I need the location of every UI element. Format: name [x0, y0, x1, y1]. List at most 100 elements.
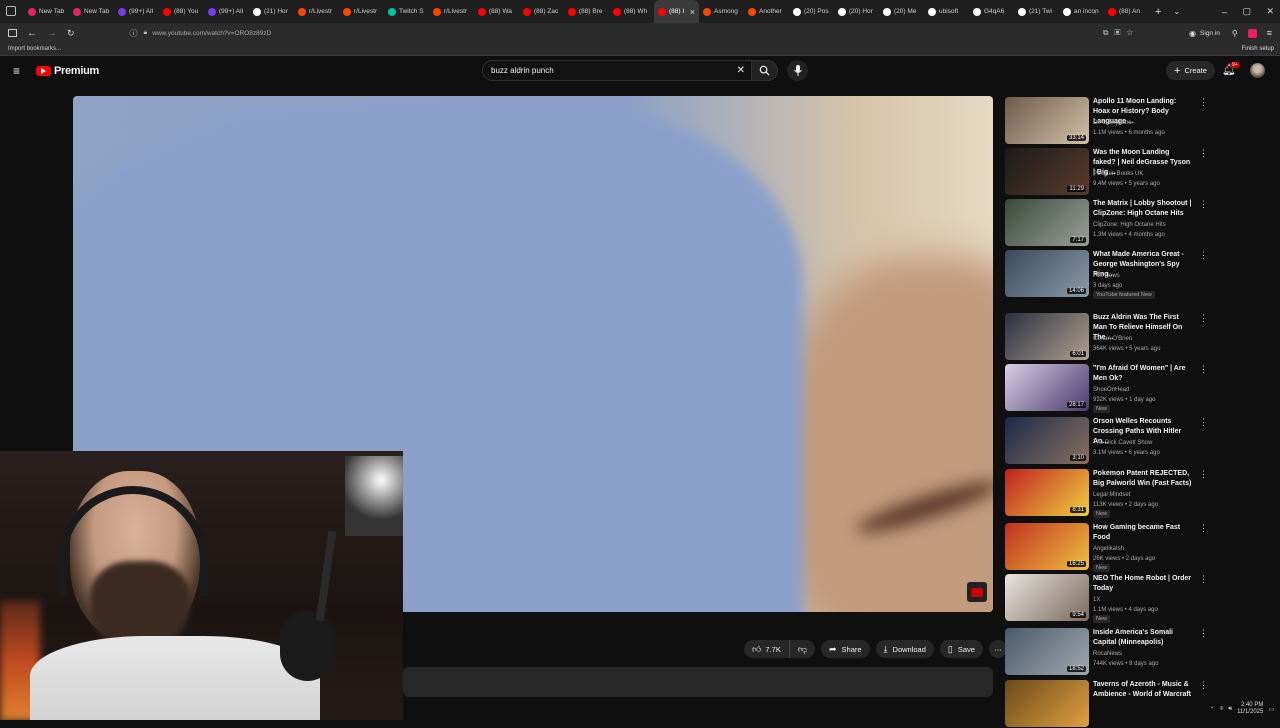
- browser-tab[interactable]: Twitch S: [384, 0, 429, 23]
- recommended-video[interactable]: 16:25 How Gaming became Fast Food Angelika…: [1005, 523, 1208, 572]
- video-thumbnail[interactable]: 14:06: [1005, 250, 1089, 297]
- voice-search-button[interactable]: [787, 60, 808, 81]
- like-button[interactable]: 👍︎ 7.7K: [744, 640, 790, 658]
- create-button[interactable]: + Create: [1166, 61, 1215, 80]
- more-vertical-icon[interactable]: ⋮: [1199, 250, 1208, 261]
- profile-icon[interactable]: ◉: [1189, 29, 1196, 38]
- browser-tab[interactable]: (21) Twi: [1014, 0, 1059, 23]
- avatar[interactable]: [1250, 63, 1265, 78]
- browser-tab[interactable]: (88) Wa: [474, 0, 519, 23]
- browser-tab[interactable]: (88) I ×: [654, 0, 699, 23]
- more-vertical-icon[interactable]: ⋮: [1199, 417, 1208, 428]
- network-icon[interactable]: ⌾: [1220, 706, 1224, 713]
- video-thumbnail[interactable]: 16:25: [1005, 523, 1089, 570]
- recommended-video[interactable]: 33:14 Apollo 11 Moon Landing: Hoax or His…: [1005, 97, 1208, 145]
- browser-tab[interactable]: an incon: [1059, 0, 1104, 23]
- browser-tab[interactable]: Another: [744, 0, 789, 23]
- browser-tab[interactable]: (21) Hor: [249, 0, 294, 23]
- more-vertical-icon[interactable]: ⋮: [1199, 199, 1208, 210]
- channel-name[interactable]: Fox News: [1093, 271, 1120, 281]
- channel-name[interactable]: The Dick Cavett Show: [1093, 438, 1152, 448]
- info-icon[interactable]: ⓘ: [130, 28, 138, 39]
- browser-tab[interactable]: (88) Zac: [519, 0, 564, 23]
- finish-setup-button[interactable]: Finish setup: [1242, 46, 1274, 52]
- browser-tab[interactable]: r/Livestr: [429, 0, 474, 23]
- recommended-video[interactable]: 14:06 What Made America Great - George Wa…: [1005, 250, 1208, 299]
- download-button[interactable]: ⤓ Download: [875, 640, 934, 658]
- more-vertical-icon[interactable]: ⋮: [1199, 469, 1208, 480]
- video-thumbnail[interactable]: 8:31: [1005, 469, 1089, 516]
- url-field[interactable]: www.youtube.com/watch?v=ORO8z89zD: [152, 30, 271, 37]
- channel-name[interactable]: ShoeOnHead: [1093, 385, 1129, 395]
- channel-name[interactable]: Conan O'Brien: [1093, 334, 1132, 344]
- recommended-video[interactable]: 11:29 Was the Moon Landing faked? | Neil …: [1005, 148, 1208, 196]
- import-bookmarks-link[interactable]: Import bookmarks...: [8, 46, 61, 52]
- browser-tab[interactable]: ubisoft: [924, 0, 969, 23]
- channel-name[interactable]: RocaNews: [1093, 649, 1122, 659]
- browser-tab[interactable]: (88) Wh: [609, 0, 654, 23]
- video-title[interactable]: "I'm Afraid Of Women" | Are Men Ok?: [1093, 364, 1193, 384]
- search-button[interactable]: [752, 60, 778, 81]
- more-vertical-icon[interactable]: ⋮: [1199, 680, 1208, 691]
- notification-center-icon[interactable]: ▭: [1268, 706, 1274, 713]
- more-vertical-icon[interactable]: ⋮: [1199, 523, 1208, 534]
- hamburger-menu-icon[interactable]: ≡: [13, 64, 20, 78]
- channel-name[interactable]: Dr. G Explains: [1093, 118, 1131, 128]
- close-tab-icon[interactable]: ×: [690, 7, 695, 17]
- sign-in-button[interactable]: Sign in: [1200, 30, 1220, 37]
- channel-name[interactable]: 1X: [1093, 595, 1100, 605]
- browser-tab[interactable]: (88) You: [159, 0, 204, 23]
- save-button[interactable]: ▯ Save: [939, 640, 983, 658]
- reload-icon[interactable]: ↻: [67, 28, 75, 39]
- maximize-icon[interactable]: ▢: [1242, 6, 1251, 17]
- video-title[interactable]: The Matrix | Lobby Shootout | ClipZone: …: [1093, 199, 1193, 219]
- close-window-icon[interactable]: ✕: [1266, 6, 1274, 17]
- more-vertical-icon[interactable]: ⋮: [1199, 628, 1208, 639]
- menu-icon[interactable]: ≡: [1267, 28, 1272, 38]
- channel-watermark-icon[interactable]: [967, 582, 987, 602]
- video-title[interactable]: Pokemon Patent REJECTED, Big Palworld Wi…: [1093, 469, 1193, 489]
- video-thumbnail[interactable]: 28:17: [1005, 364, 1089, 411]
- browser-tab[interactable]: (99+) All: [204, 0, 249, 23]
- video-thumbnail[interactable]: 6:01: [1005, 313, 1089, 360]
- tray-overflow-icon[interactable]: ⌃: [1210, 706, 1215, 713]
- youtube-premium-logo[interactable]: Premium: [36, 65, 99, 77]
- video-title[interactable]: Taverns of Azeroth - Music & Ambience - …: [1093, 680, 1193, 700]
- channel-name[interactable]: ClipZone: High Octane Hits: [1093, 220, 1166, 230]
- recommended-video[interactable]: 8:31 Pokemon Patent REJECTED, Big Palworl…: [1005, 469, 1208, 518]
- dislike-button[interactable]: 👎︎: [790, 640, 815, 658]
- more-vertical-icon[interactable]: ⋮: [1199, 148, 1208, 159]
- search-input[interactable]: buzz aldrin punch ✕: [482, 60, 752, 81]
- browser-tab[interactable]: (20) Pos: [789, 0, 834, 23]
- recommended-video[interactable]: 18:52 Inside America's Somali Capital (Mi…: [1005, 628, 1208, 676]
- recommended-video[interactable]: 7:17 The Matrix | Lobby Shootout | ClipZo…: [1005, 199, 1208, 247]
- browser-tab[interactable]: (88) An: [1104, 0, 1149, 23]
- channel-name[interactable]: Penguin Books UK: [1093, 169, 1143, 179]
- video-title[interactable]: Inside America's Somali Capital (Minneap…: [1093, 628, 1193, 648]
- browser-tab[interactable]: r/Livestr: [294, 0, 339, 23]
- extensions-button[interactable]: ⚲: [1232, 29, 1238, 38]
- browser-tab[interactable]: (20) Hor: [834, 0, 879, 23]
- video-thumbnail[interactable]: 3:10: [1005, 417, 1089, 464]
- video-thumbnail[interactable]: 9:54: [1005, 574, 1089, 621]
- video-thumbnail[interactable]: 18:52: [1005, 628, 1089, 675]
- browser-tab[interactable]: (99+) All: [114, 0, 159, 23]
- recommended-video[interactable]: 9:54 NEO The Home Robot | Order Today 1X 1.…: [1005, 574, 1208, 623]
- browser-tab[interactable]: (20) Me: [879, 0, 924, 23]
- tab-actions-icon[interactable]: [6, 6, 16, 16]
- back-icon[interactable]: ←: [27, 28, 37, 39]
- channel-name[interactable]: AngelikaIsh: [1093, 544, 1124, 554]
- browser-tab[interactable]: (88) Bre: [564, 0, 609, 23]
- recommended-video[interactable]: 28:17 "I'm Afraid Of Women" | Are Men Ok?…: [1005, 364, 1208, 413]
- clock[interactable]: 2:40 PM 11/1/2025: [1237, 702, 1263, 716]
- clear-search-icon[interactable]: ✕: [737, 65, 745, 76]
- video-thumbnail[interactable]: 33:14: [1005, 97, 1089, 144]
- volume-icon[interactable]: 🔊︎: [1228, 706, 1232, 713]
- browser-tab[interactable]: New Tab: [69, 0, 114, 23]
- video-thumbnail[interactable]: 7:17: [1005, 199, 1089, 246]
- minimize-icon[interactable]: –: [1222, 7, 1227, 17]
- new-tab-icon[interactable]: +: [1155, 6, 1161, 18]
- browser-tab[interactable]: G4qA6: [969, 0, 1014, 23]
- more-vertical-icon[interactable]: ⋮: [1199, 574, 1208, 585]
- sidebar-toggle-icon[interactable]: [8, 29, 17, 37]
